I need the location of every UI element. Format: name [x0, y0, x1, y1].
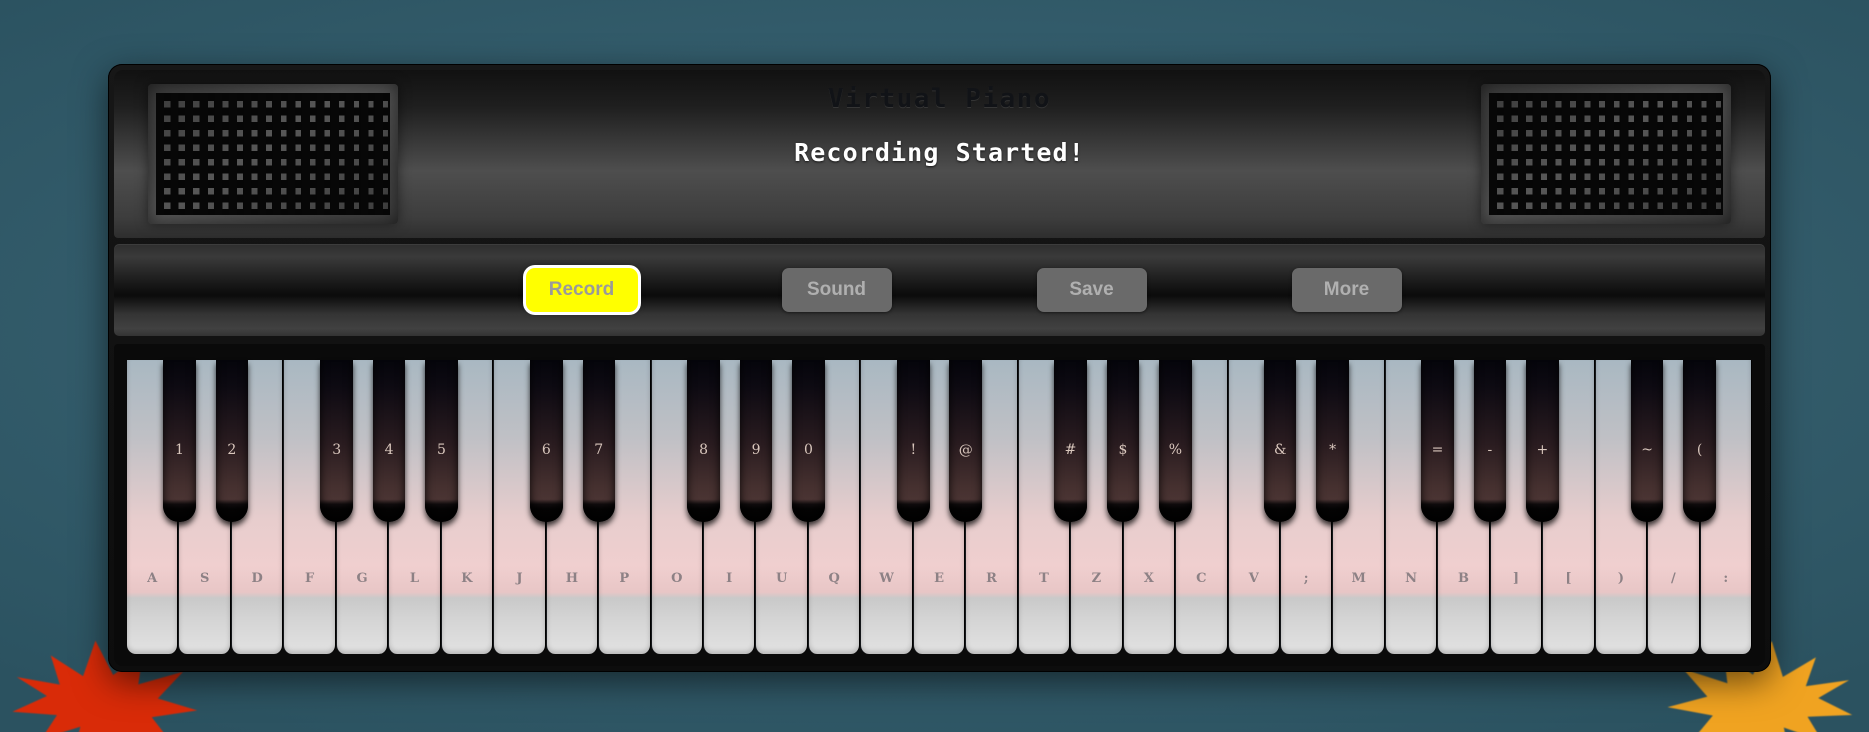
keyboard-panel: A S D F G L K J H P O I U Q W E R T Z X C V; M N B] [) /: 1 2 3 4 5 6 7 8 9…: [114, 344, 1765, 666]
save-button[interactable]: Save: [1036, 268, 1147, 312]
title-block: Virtual Piano Recording Started!: [114, 84, 1765, 167]
black-key-label: 5: [437, 442, 446, 458]
black-key[interactable]: 2: [215, 360, 249, 522]
control-bar: Record Sound Save More: [114, 244, 1765, 336]
record-button[interactable]: Record: [525, 268, 638, 312]
white-key-label: /: [1670, 571, 1676, 586]
white-key-label: M: [1351, 571, 1366, 586]
white-key-label: ;: [1303, 571, 1309, 586]
black-key[interactable]: 0: [792, 360, 825, 522]
white-key-label: F: [304, 571, 315, 586]
black-key-label: %: [1168, 442, 1183, 458]
black-key[interactable]: 6: [530, 360, 563, 522]
black-key-label: 9: [751, 442, 761, 458]
white-key-label: J: [516, 571, 523, 586]
black-key-label: ~: [1641, 442, 1654, 458]
white-key-label: Z: [1091, 571, 1102, 586]
white-key-label: G: [356, 571, 368, 586]
black-key-label: #: [1064, 442, 1077, 458]
black-key-label: +: [1536, 442, 1549, 458]
white-key-label: :: [1723, 571, 1729, 586]
white-key-label: R: [986, 571, 997, 586]
white-key-label: X: [1143, 571, 1154, 586]
white-key-label: S: [199, 571, 210, 586]
white-key-label: [: [1565, 571, 1572, 586]
black-key[interactable]: !: [897, 360, 930, 522]
white-key-label: K: [461, 571, 473, 586]
black-key[interactable]: 7: [582, 360, 616, 522]
black-key[interactable]: %: [1159, 360, 1192, 522]
white-key-label: W: [879, 571, 894, 586]
black-key-label: 6: [541, 442, 551, 458]
black-key-label: 7: [594, 442, 604, 458]
white-key-label: D: [251, 571, 263, 586]
white-key-label: ): [1617, 571, 1624, 586]
black-key[interactable]: -: [1473, 360, 1507, 522]
black-key[interactable]: @: [949, 360, 982, 522]
black-key[interactable]: 5: [425, 360, 458, 522]
white-key-label: N: [1405, 571, 1418, 586]
black-key[interactable]: *: [1316, 360, 1349, 522]
white-key-label: B: [1458, 571, 1470, 586]
white-key-label: A: [147, 571, 158, 586]
black-key-label: @: [958, 442, 973, 458]
black-key[interactable]: 1: [163, 360, 196, 522]
piano-top-panel: Virtual Piano Recording Started!: [114, 70, 1765, 238]
black-key[interactable]: #: [1054, 360, 1087, 522]
white-key-label: H: [565, 571, 578, 586]
black-key-label: &: [1273, 442, 1287, 458]
black-key-label: $: [1118, 442, 1128, 458]
white-key-label: O: [671, 571, 683, 586]
white-key-label: I: [726, 571, 733, 586]
black-key[interactable]: 8: [687, 360, 720, 522]
black-key[interactable]: =: [1421, 360, 1454, 522]
black-key-label: 0: [803, 442, 813, 458]
black-key[interactable]: 4: [372, 360, 406, 522]
black-key-label: 3: [332, 442, 342, 458]
black-key-label: 2: [227, 442, 237, 458]
black-key-label: 4: [384, 442, 394, 458]
white-key-label: Q: [828, 571, 840, 586]
black-key[interactable]: 9: [739, 360, 773, 522]
more-button[interactable]: More: [1291, 268, 1402, 312]
black-key-label: 8: [699, 442, 709, 458]
white-key-label: C: [1196, 571, 1207, 586]
black-key-label: (: [1696, 442, 1703, 458]
black-key[interactable]: 3: [320, 360, 353, 522]
white-key-label: E: [934, 571, 944, 586]
white-key-label: V: [1248, 571, 1259, 586]
black-key-label: -: [1487, 442, 1493, 458]
white-key-label: U: [775, 571, 788, 586]
white-key-label: T: [1039, 571, 1049, 586]
page-title: Virtual Piano: [828, 84, 1051, 114]
black-key[interactable]: &: [1263, 360, 1297, 522]
sound-button[interactable]: Sound: [781, 268, 892, 312]
black-key-label: *: [1329, 442, 1337, 458]
black-key[interactable]: ~: [1630, 360, 1664, 522]
black-key[interactable]: $: [1106, 360, 1140, 522]
white-key-label: ]: [1512, 571, 1520, 586]
white-key-label: L: [409, 571, 420, 586]
black-key-label: 1: [174, 442, 184, 458]
black-key-label: =: [1431, 442, 1444, 458]
black-key[interactable]: +: [1526, 360, 1559, 522]
status-message: Recording Started!: [794, 138, 1085, 167]
black-key-label: !: [910, 442, 917, 458]
black-key[interactable]: (: [1683, 360, 1716, 522]
virtual-piano-app: Virtual Piano Recording Started! Record …: [108, 64, 1771, 672]
piano-keyboard: A S D F G L K J H P O I U Q W E R T Z X C V; M N B] [) /: 1 2 3 4 5 6 7 8 9…: [127, 360, 1753, 654]
white-key-label: P: [619, 571, 630, 586]
